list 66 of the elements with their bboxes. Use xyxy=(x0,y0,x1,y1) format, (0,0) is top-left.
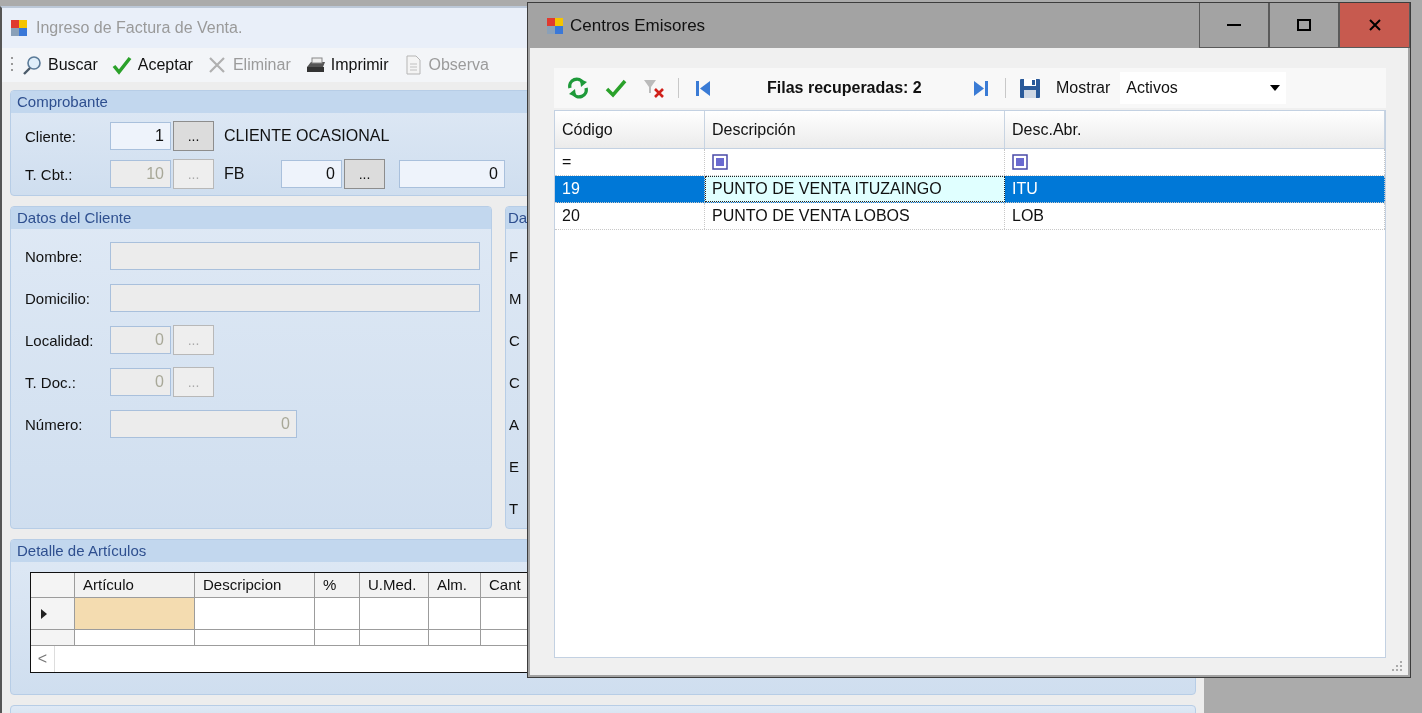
close-icon xyxy=(1367,18,1382,32)
record-count: Filas recuperadas: 2 xyxy=(766,79,923,97)
table-cell[interactable] xyxy=(75,598,195,629)
field-label: E xyxy=(509,457,519,475)
lookup-button[interactable]: ... xyxy=(344,159,385,189)
printer-icon xyxy=(304,55,327,75)
toolbar-button[interactable]: Imprimir xyxy=(300,55,393,75)
field-label: F xyxy=(509,247,519,265)
field-label: T. Cbt.: xyxy=(25,165,74,183)
filter-operator[interactable]: = xyxy=(562,149,572,175)
field-label: Localidad: xyxy=(25,331,95,349)
table-cell: ITU xyxy=(1005,176,1385,202)
field-label: T xyxy=(509,499,519,517)
column-header[interactable]: U.Med. xyxy=(360,573,429,597)
window-title: Centros Emisores xyxy=(570,15,706,36)
input-field[interactable]: 1 xyxy=(110,122,171,150)
field-label: Domicilio: xyxy=(25,289,91,307)
refresh-icon xyxy=(566,77,590,99)
checkmark-icon xyxy=(604,77,628,99)
field-label: T. Doc.: xyxy=(25,373,77,391)
current-row-icon xyxy=(41,608,47,619)
filter-dropdown[interactable]: Activos xyxy=(1120,72,1287,104)
field-label: C xyxy=(509,373,520,391)
value-text: FB xyxy=(224,164,246,184)
field-label: C xyxy=(509,331,520,349)
search-icon xyxy=(22,55,44,75)
toolbar-button[interactable]: Buscar xyxy=(18,55,102,75)
field-label: A xyxy=(509,415,519,433)
table-cell: PUNTO DE VENTA LOBOS xyxy=(705,203,1005,229)
filter-icon xyxy=(1012,154,1028,170)
column-header[interactable]: Desc.Abr. xyxy=(1005,111,1385,148)
table-row[interactable]: 20 PUNTO DE VENTA LOBOS LOB xyxy=(555,203,1385,230)
group-title: Datos del Cliente xyxy=(11,207,491,229)
column-header[interactable]: Cant xyxy=(481,573,528,597)
column-header[interactable]: Descripcion xyxy=(195,573,315,597)
table-cell: PUNTO DE VENTA ITUZAINGO xyxy=(705,176,1005,202)
filter-icon xyxy=(712,154,728,170)
maximize-icon xyxy=(1296,19,1312,31)
column-header[interactable]: Descripción xyxy=(705,111,1005,148)
resize-grip-icon xyxy=(1392,661,1402,671)
show-label: Mostrar xyxy=(1056,79,1111,97)
column-header[interactable]: % xyxy=(315,573,360,597)
minimize-icon xyxy=(1227,24,1241,26)
column-header[interactable]: Artículo xyxy=(75,573,195,597)
app-icon xyxy=(10,19,28,37)
toolbar-button[interactable]: Aceptar xyxy=(107,55,197,75)
maximize-button[interactable] xyxy=(1269,3,1339,48)
input-field[interactable]: 0 xyxy=(281,160,342,188)
value-text: CLIENTE OCASIONAL xyxy=(224,126,390,146)
field-label: Número: xyxy=(25,415,84,433)
input-field[interactable]: 0 xyxy=(399,160,505,188)
checkmark-icon xyxy=(111,55,134,75)
column-header[interactable]: Alm. xyxy=(429,573,481,597)
table-cell: 20 xyxy=(555,203,705,229)
save-icon xyxy=(1018,77,1042,99)
field-label: M xyxy=(509,289,522,307)
dropdown-caret-icon xyxy=(1270,85,1281,91)
window-title: Ingreso de Factura de Venta. xyxy=(36,19,243,37)
column-header[interactable]: Código xyxy=(555,111,705,148)
table-row[interactable]: 19 PUNTO DE VENTA ITUZAINGO ITU xyxy=(555,176,1385,203)
table-cell: LOB xyxy=(1005,203,1385,229)
app-icon xyxy=(546,16,564,35)
field-label: Cliente: xyxy=(25,127,77,145)
lookup-button[interactable]: ... xyxy=(173,121,214,151)
field-label: Nombre: xyxy=(25,247,84,265)
filter-clear-icon xyxy=(642,77,666,99)
